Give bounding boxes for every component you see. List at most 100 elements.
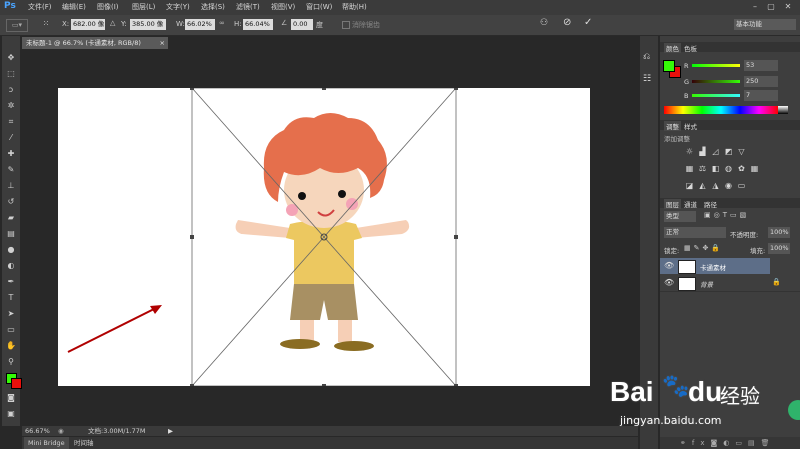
r-field[interactable]: 53 (744, 60, 778, 71)
levels-icon[interactable]: ▟ (697, 147, 708, 157)
posterize-icon[interactable]: ◭ (697, 181, 708, 191)
commit-transform-icon[interactable]: ✓ (584, 17, 592, 28)
w-field[interactable]: 66.02% (185, 19, 215, 30)
zoom-tool-icon[interactable]: ⚲ (5, 356, 17, 368)
menu-edit[interactable]: 编辑(E) (62, 2, 86, 12)
close-button[interactable]: ✕ (781, 1, 795, 12)
lasso-tool-icon[interactable]: ↄ (5, 84, 17, 96)
link-icon[interactable]: ∞ (219, 19, 225, 27)
fill-field[interactable]: 100% (768, 243, 790, 254)
photo-filter-icon[interactable]: ◍ (723, 164, 734, 174)
angle-field[interactable]: 0.00 (291, 19, 313, 30)
pen-tool-icon[interactable]: ✒ (5, 276, 17, 288)
gradient-map-icon[interactable]: ▭ (736, 181, 747, 191)
antialias-checkbox[interactable] (342, 21, 350, 29)
layer-name[interactable]: 卡通素材 (700, 262, 726, 272)
tab-styles[interactable]: 样式 (684, 121, 697, 131)
quick-mask-icon[interactable]: ◙ (5, 392, 17, 404)
dodge-tool-icon[interactable]: ◐ (5, 260, 17, 272)
eyedropper-tool-icon[interactable]: ⁄ (5, 132, 17, 144)
menu-type[interactable]: 文字(Y) (166, 2, 190, 12)
history-brush-tool-icon[interactable]: ↺ (5, 196, 17, 208)
layer-filter-icons[interactable]: ▣◎T▭▧ (704, 211, 749, 219)
menu-layer[interactable]: 图层(L) (132, 2, 155, 12)
black-white-ramp[interactable] (778, 106, 788, 114)
clone-stamp-tool-icon[interactable]: ⊥ (5, 180, 17, 192)
status-info-icon[interactable]: ◉ (58, 426, 64, 436)
black-white-icon[interactable]: ◧ (710, 164, 721, 174)
menu-help[interactable]: 帮助(H) (342, 2, 367, 12)
warp-icon[interactable]: ⚇ (540, 18, 548, 28)
color-spectrum-bar[interactable] (664, 106, 778, 114)
cancel-transform-icon[interactable]: ⊘ (563, 17, 571, 28)
eraser-tool-icon[interactable]: ▰ (5, 212, 17, 224)
tab-layers[interactable]: 图层 (664, 199, 681, 209)
lock-icons[interactable]: ▦✎✥🔒 (684, 244, 723, 252)
tab-mini-bridge[interactable]: Mini Bridge (24, 437, 69, 449)
type-tool-icon[interactable]: T (5, 292, 17, 304)
shape-tool-icon[interactable]: ▭ (5, 324, 17, 336)
maximize-button[interactable]: ▢ (764, 1, 778, 12)
x-field[interactable]: 682.00 像 (71, 19, 105, 30)
tab-timeline[interactable]: 时间轴 (74, 437, 94, 449)
gradient-tool-icon[interactable]: ▤ (5, 228, 17, 240)
color-panel-foreground[interactable] (663, 60, 675, 72)
document-tab[interactable]: 未标题-1 @ 66.7% (卡通素材, RGB/8) × (22, 37, 168, 49)
g-slider[interactable] (692, 80, 740, 83)
tab-adjustments[interactable]: 调整 (664, 121, 681, 131)
crop-tool-icon[interactable]: ⌗ (5, 116, 17, 128)
channel-mixer-icon[interactable]: ✿ (736, 164, 747, 174)
tab-channels[interactable]: 通道 (684, 199, 697, 209)
b-field[interactable]: 7 (744, 90, 778, 101)
g-field[interactable]: 250 (744, 76, 778, 87)
brightness-icon[interactable]: ☼ (684, 147, 695, 157)
hue-saturation-icon[interactable]: ▦ (684, 164, 695, 174)
menu-window[interactable]: 窗口(W) (306, 2, 332, 12)
minimize-button[interactable]: – (748, 1, 762, 12)
curves-icon[interactable]: ◿ (710, 147, 721, 157)
document-tab-close-icon[interactable]: × (160, 37, 165, 49)
document-canvas[interactable] (58, 86, 590, 388)
layer-name[interactable]: 背景 (700, 279, 713, 289)
hand-tool-icon[interactable]: ✋ (5, 340, 17, 352)
marquee-tool-icon[interactable]: ⬚ (5, 68, 17, 80)
path-select-tool-icon[interactable]: ➤ (5, 308, 17, 320)
brush-tool-icon[interactable]: ✎ (5, 164, 17, 176)
tab-paths[interactable]: 路径 (704, 199, 717, 209)
color-lookup-icon[interactable]: ▦ (749, 164, 760, 174)
magic-wand-tool-icon[interactable]: ✲ (5, 100, 17, 112)
menu-select[interactable]: 选择(S) (201, 2, 225, 12)
layers-footer-icons[interactable]: ⚭fx◙◐▭▤🗑 (660, 437, 800, 449)
background-color-swatch[interactable] (11, 378, 22, 389)
menu-image[interactable]: 图像(I) (97, 2, 119, 12)
layer-filter-kind[interactable]: 类型 (664, 211, 696, 222)
exposure-icon[interactable]: ◩ (723, 147, 734, 157)
b-slider[interactable] (692, 94, 740, 97)
layer-row-cartoon[interactable]: 👁 卡通素材 (660, 258, 770, 274)
blend-mode-select[interactable]: 正常 (664, 227, 726, 238)
menu-file[interactable]: 文件(F) (28, 2, 52, 12)
move-tool-icon[interactable]: ✥ (5, 52, 17, 64)
r-slider[interactable] (692, 64, 740, 67)
layer-row-background[interactable]: 👁 背景 🔒 (660, 275, 800, 292)
tab-swatches[interactable]: 色板 (684, 43, 697, 53)
y-field[interactable]: 385.00 像 (130, 19, 166, 30)
threshold-icon[interactable]: ◮ (710, 181, 721, 191)
invert-icon[interactable]: ◪ (684, 181, 695, 191)
opacity-field[interactable]: 100% (768, 227, 790, 238)
reference-point-icon[interactable]: ⁙ (40, 19, 52, 30)
zoom-level[interactable]: 66.67% (25, 426, 50, 436)
tab-color[interactable]: 颜色 (664, 43, 681, 53)
tool-preset-picker[interactable]: ▭▾ (6, 19, 28, 32)
status-menu-arrow-icon[interactable]: ▶ (168, 426, 173, 436)
history-panel-icon[interactable]: ⎌ (643, 52, 650, 62)
workspace-select[interactable]: 基本功能 (734, 19, 796, 30)
properties-panel-icon[interactable]: ☷ (643, 74, 651, 84)
menu-filter[interactable]: 滤镜(T) (236, 2, 260, 12)
selective-color-icon[interactable]: ◉ (723, 181, 734, 191)
color-balance-icon[interactable]: ⚖ (697, 164, 708, 174)
blur-tool-icon[interactable]: ● (5, 244, 17, 256)
visibility-eye-icon[interactable]: 👁 (664, 261, 674, 270)
menu-view[interactable]: 视图(V) (271, 2, 295, 12)
relative-position-icon[interactable]: △ (110, 19, 115, 27)
